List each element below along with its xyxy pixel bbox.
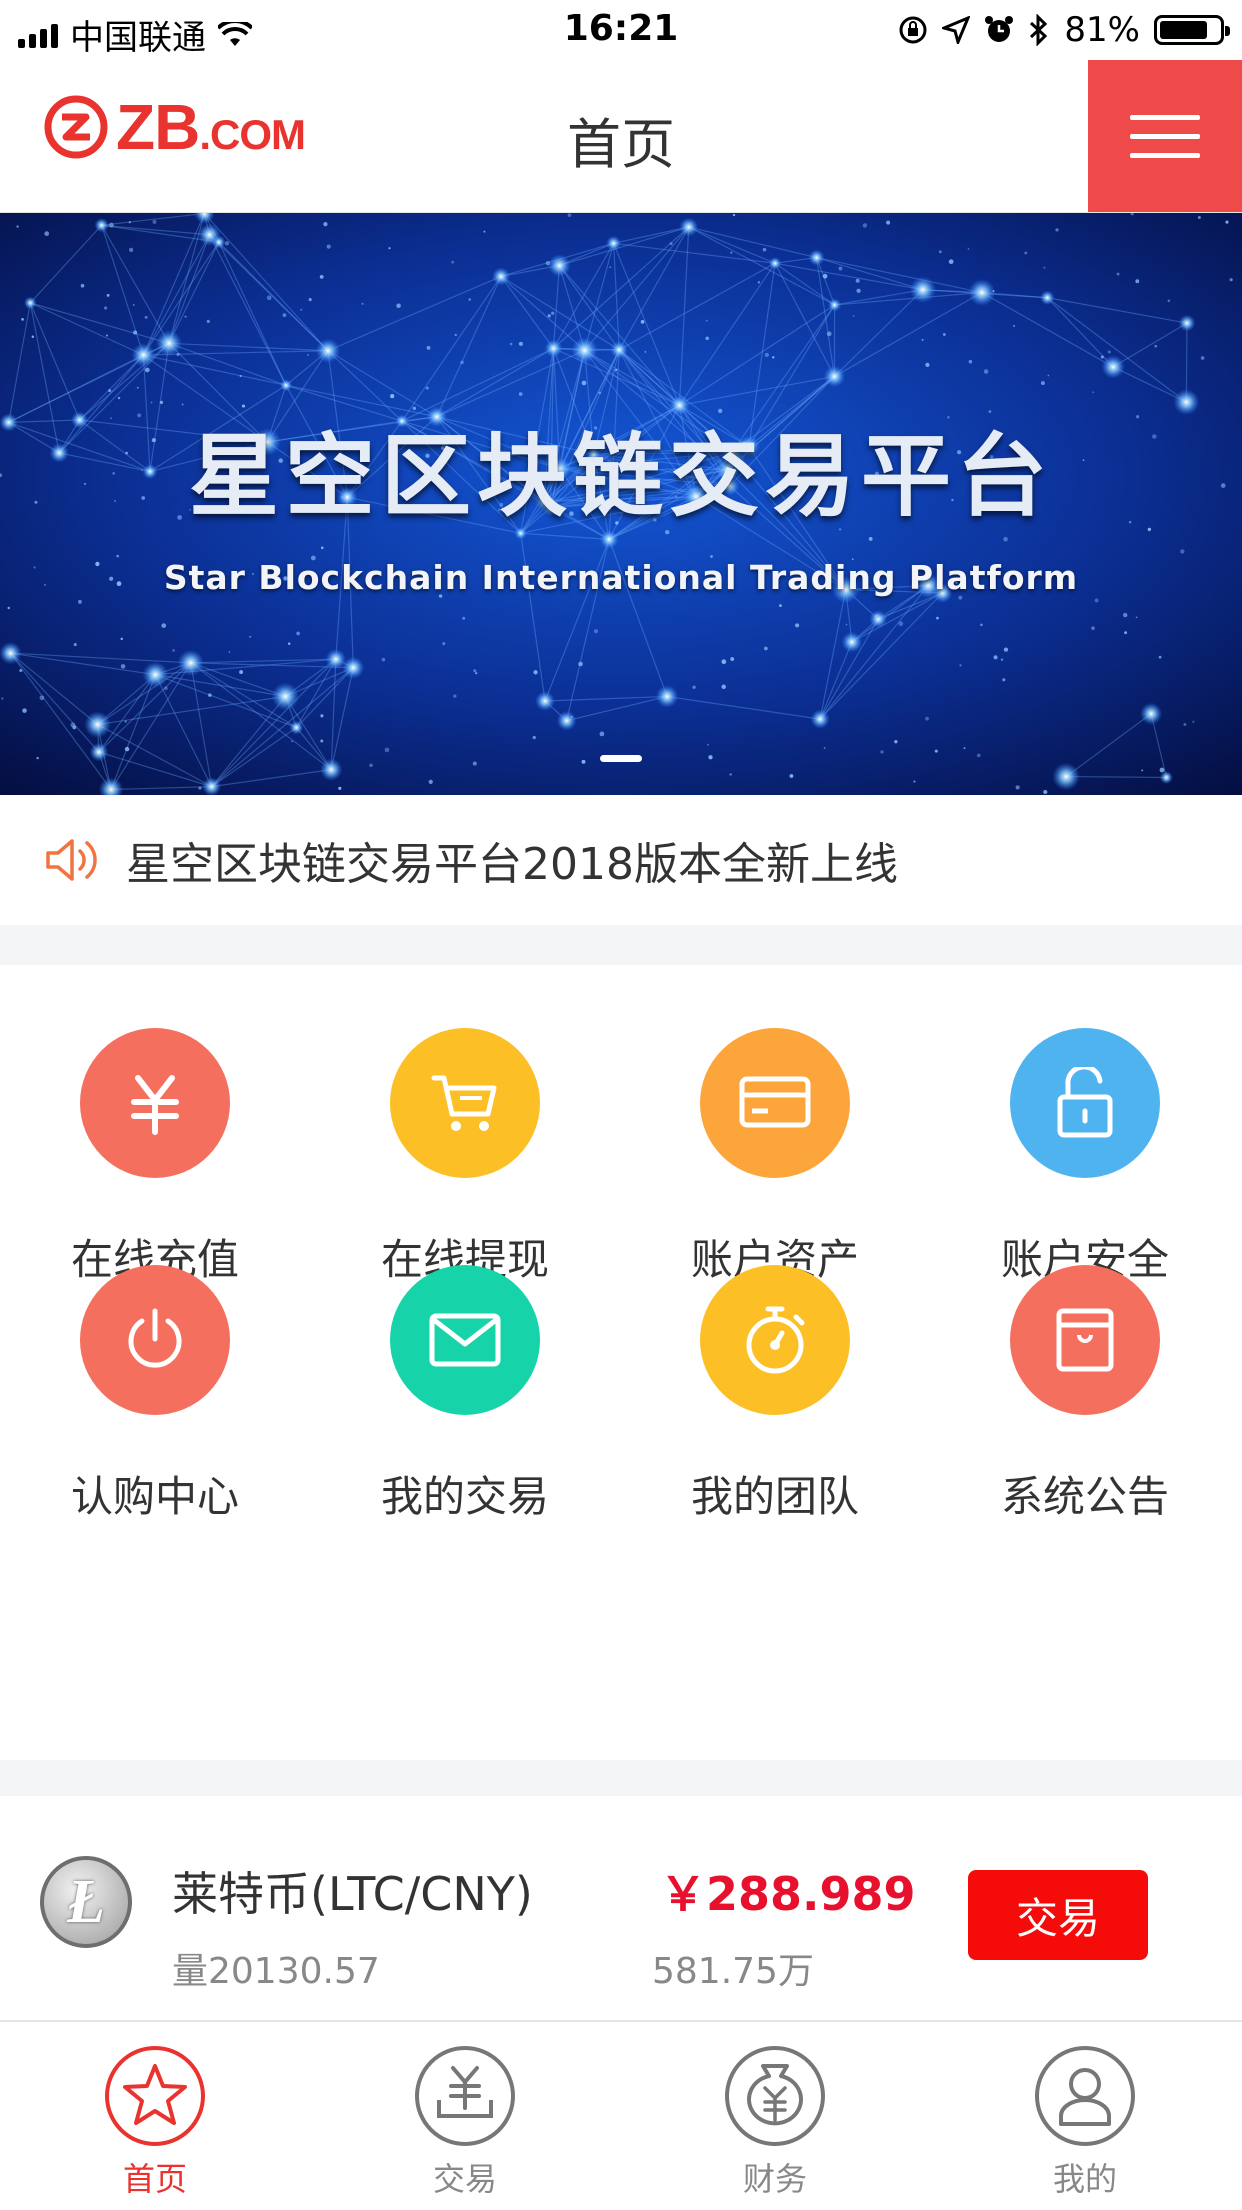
cart-icon [390, 1028, 540, 1178]
banner-carousel[interactable]: 星空区块链交易平台 Star Blockchain International … [0, 213, 1242, 795]
speaker-icon [42, 829, 104, 891]
market-row[interactable]: Ł 莱特币(LTC/CNY) 量20130.57 ￥288.989 581.75… [0, 1796, 1242, 2020]
card-icon [700, 1028, 850, 1178]
status-bar: 中国联通 16:21 81% [0, 0, 1242, 60]
logo-text: ZB.COM [116, 90, 305, 164]
mail-icon [390, 1265, 540, 1415]
shortcut-grid: 在线充值 在线提现 账户资产 账户安全 认购中心 我的交易 我的团队 [0, 965, 1242, 1760]
tab-finance[interactable]: 财务 [620, 2022, 930, 2210]
menu-button[interactable] [1088, 60, 1242, 212]
battery-percent: 81% [1064, 10, 1140, 50]
notice-text: 星空区块链交易平台2018版本全新上线 [126, 828, 898, 892]
user-icon [1033, 2044, 1137, 2148]
shortcut-my-team[interactable]: 我的团队 [620, 1265, 930, 1565]
alarm-icon [984, 15, 1014, 45]
coin-volume: 量20130.57 [172, 1942, 380, 1994]
banner-title: 星空区块链交易平台 [0, 403, 1242, 533]
yuan-tray-icon [413, 2044, 517, 2148]
tab-home[interactable]: 首页 [0, 2022, 310, 2210]
coin-price: ￥288.989 [660, 1858, 916, 1924]
coin-pair-name: 莱特币(LTC/CNY) [172, 1858, 533, 1924]
coin-turnover: 581.75万 [652, 1942, 814, 1994]
zb-logo[interactable]: ZB.COM [44, 90, 305, 164]
notice-icon [1010, 1265, 1160, 1415]
hamburger-icon [1130, 115, 1200, 120]
section-divider [0, 1760, 1242, 1796]
rotation-lock-icon [898, 15, 928, 45]
power-icon [80, 1265, 230, 1415]
carousel-dot-active[interactable] [600, 755, 642, 762]
star-icon [103, 2044, 207, 2148]
app-header: ZB.COM 首页 [0, 60, 1242, 213]
yuan-icon [80, 1028, 230, 1178]
tab-label: 首页 [123, 2154, 187, 2200]
status-right: 81% [898, 10, 1224, 50]
zb-logo-icon [44, 95, 108, 159]
battery-icon [1154, 15, 1224, 45]
section-divider [0, 925, 1242, 965]
notice-bar[interactable]: 星空区块链交易平台2018版本全新上线 [0, 795, 1242, 925]
bluetooth-icon [1028, 14, 1050, 46]
banner-subtitle: Star Blockchain International Trading Pl… [0, 558, 1242, 597]
bottom-tab-bar: 首页 交易 财务 我的 [0, 2020, 1242, 2208]
stopwatch-icon [700, 1265, 850, 1415]
litecoin-icon: Ł [40, 1856, 132, 1948]
shortcut-label: 我的交易 [381, 1463, 549, 1524]
tab-label: 我的 [1053, 2154, 1117, 2200]
shortcut-subscription[interactable]: 认购中心 [0, 1265, 310, 1565]
tab-trade[interactable]: 交易 [310, 2022, 620, 2210]
shortcut-label: 系统公告 [1001, 1463, 1169, 1524]
tab-label: 交易 [433, 2154, 497, 2200]
tab-profile[interactable]: 我的 [930, 2022, 1240, 2210]
shortcut-announcements[interactable]: 系统公告 [930, 1265, 1240, 1565]
unlock-icon [1010, 1028, 1160, 1178]
shortcut-label: 认购中心 [71, 1463, 239, 1524]
money-bag-icon [723, 2044, 827, 2148]
tab-label: 财务 [743, 2154, 807, 2200]
shortcut-my-trades[interactable]: 我的交易 [310, 1265, 620, 1565]
shortcut-label: 我的团队 [691, 1463, 859, 1524]
location-icon [942, 16, 970, 44]
trade-button[interactable]: 交易 [968, 1870, 1148, 1960]
carousel-indicator[interactable] [0, 755, 1242, 762]
